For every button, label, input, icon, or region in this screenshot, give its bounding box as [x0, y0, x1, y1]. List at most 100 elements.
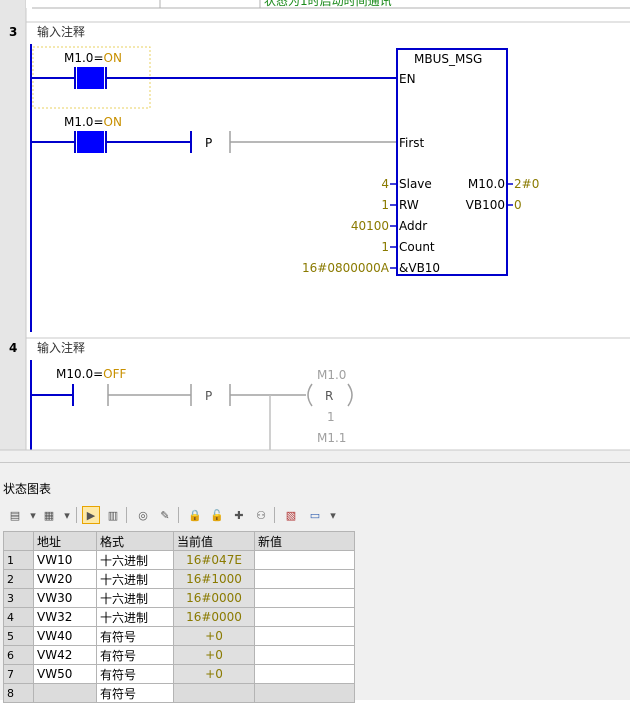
p-edge-contact-2[interactable]: P	[205, 389, 212, 403]
pin-rw: RW	[399, 198, 419, 212]
format-cell[interactable]: 十六进制	[96, 588, 174, 608]
p-edge-contact-1[interactable]: P	[205, 136, 212, 150]
count-value[interactable]: 1	[381, 240, 389, 254]
ladder-scrollbar[interactable]	[0, 450, 630, 462]
table-row[interactable]: 3 VW30 十六进制 16#0000	[3, 588, 355, 608]
column-header-format: 格式	[96, 531, 174, 551]
new-value-cell[interactable]	[254, 588, 355, 608]
pencil-icon[interactable]: ✎	[156, 506, 174, 524]
table-row[interactable]: 8 有符号	[3, 683, 355, 703]
coil-next-operand: M1.1	[317, 431, 346, 445]
contact-m1-0-on-1[interactable]	[77, 67, 104, 89]
coil-operand[interactable]: M1.0	[317, 368, 346, 382]
row-number: 5	[3, 626, 34, 646]
current-value-cell: +0	[173, 626, 255, 646]
pin-en: EN	[399, 72, 416, 86]
network-4-comment[interactable]: 输入注释	[37, 340, 85, 355]
reset-coil[interactable]	[307, 383, 313, 407]
network-gutter	[0, 0, 26, 462]
row-number: 1	[3, 550, 34, 570]
coil-type: R	[325, 389, 333, 403]
read-all-icon[interactable]: ⚇	[252, 506, 270, 524]
contact2-label: M1.0=ON	[64, 115, 122, 129]
glasses-icon[interactable]: ◎	[134, 506, 152, 524]
current-value-cell: +0	[173, 645, 255, 665]
new-value-cell[interactable]	[254, 607, 355, 627]
block-title: MBUS_MSG	[414, 52, 482, 66]
pause-icon[interactable]: ▥	[104, 506, 122, 524]
address-cell[interactable]: VW32	[33, 607, 97, 627]
address-cell[interactable]: VW50	[33, 664, 97, 684]
row-number: 3	[3, 588, 34, 608]
address-cell[interactable]: VW10	[33, 550, 97, 570]
address-cell[interactable]: VW40	[33, 626, 97, 646]
format-cell[interactable]: 十六进制	[96, 607, 174, 627]
row-number: 4	[3, 607, 34, 627]
ladder-editor[interactable]: 状态为1时启动时间通讯 3 输入注释 M1.0=ON M1.0=ON P MBU…	[0, 0, 630, 462]
address-cell[interactable]	[33, 683, 97, 703]
error-operand[interactable]: VB100	[466, 198, 505, 212]
network-4-number: 4	[9, 341, 17, 355]
network-3-comment[interactable]: 输入注释	[37, 24, 85, 39]
top-row-comment: 状态为1时启动时间通讯	[264, 0, 392, 8]
table-row[interactable]: 2 VW20 十六进制 16#1000	[3, 569, 355, 589]
row-number: 8	[3, 683, 34, 703]
address-cell[interactable]: VW42	[33, 645, 97, 665]
new-value-cell[interactable]	[254, 664, 355, 684]
current-value-cell: 16#0000	[173, 588, 255, 608]
status-chart-toolbar: ▤ ▾ ▦ ▾ ▶ ▥ ◎ ✎ 🔒 🔓 ✚ ⚇ ▧ ▭ ▾	[0, 503, 630, 527]
status-chart-title: 状态图表	[3, 482, 52, 496]
column-header-new: 新值	[254, 531, 355, 551]
slave-value[interactable]: 4	[381, 177, 389, 191]
insert-row-icon[interactable]: ▤	[6, 506, 24, 524]
current-value-cell: 16#1000	[173, 569, 255, 589]
new-value-cell[interactable]	[254, 683, 355, 703]
status-chart-table: 地址 格式 当前值 新值 1 VW10 十六进制 16#047E 2 VW20 …	[3, 531, 355, 703]
done-value: 2#0	[514, 177, 539, 191]
new-value-cell[interactable]	[254, 550, 355, 570]
current-value-cell: +0	[173, 664, 255, 684]
table-row[interactable]: 5 VW40 有符号 +0	[3, 626, 355, 646]
rw-value[interactable]: 1	[381, 198, 389, 212]
contact-net4-label: M10.0=OFF	[56, 367, 126, 381]
pin-first: First	[399, 136, 425, 150]
contact-m1-0-on-2[interactable]	[77, 131, 104, 153]
dropdown-arrow-icon[interactable]: ▾	[58, 506, 76, 524]
pin-slave: Slave	[399, 177, 432, 191]
table-row[interactable]: 1 VW10 十六进制 16#047E	[3, 550, 355, 570]
format-cell[interactable]: 十六进制	[96, 569, 174, 589]
status-chart-panel: 状态图表 ▤ ▾ ▦ ▾ ▶ ▥ ◎ ✎ 🔒 🔓 ✚ ⚇ ▧ ▭ ▾ 地址 格式…	[0, 462, 630, 703]
trend-view-icon[interactable]: ▧	[282, 506, 300, 524]
address-cell[interactable]: VW20	[33, 569, 97, 589]
addr-value[interactable]: 40100	[351, 219, 389, 233]
chart-status-icon[interactable]: ▶	[82, 506, 100, 524]
format-cell[interactable]: 十六进制	[96, 550, 174, 570]
current-value-cell	[173, 683, 255, 703]
dropdown-arrow-icon[interactable]: ▾	[324, 506, 342, 524]
new-value-cell[interactable]	[254, 569, 355, 589]
row-header-corner	[3, 531, 34, 551]
new-value-cell[interactable]	[254, 626, 355, 646]
coil-count[interactable]: 1	[327, 410, 335, 424]
address-cell[interactable]: VW30	[33, 588, 97, 608]
pin-vb10: &VB10	[399, 261, 440, 275]
vb10-value[interactable]: 16#0800000A	[302, 261, 390, 275]
delete-row-icon[interactable]: ▦	[40, 506, 58, 524]
lock-icon[interactable]: 🔒	[186, 506, 204, 524]
unlock-icon[interactable]: 🔓	[208, 506, 226, 524]
view-options-icon[interactable]: ▭	[306, 506, 324, 524]
format-cell[interactable]: 有符号	[96, 683, 174, 703]
row-number: 2	[3, 569, 34, 589]
table-row[interactable]: 7 VW50 有符号 +0	[3, 664, 355, 684]
new-value-cell[interactable]	[254, 645, 355, 665]
format-cell[interactable]: 有符号	[96, 645, 174, 665]
force-icon[interactable]: ✚	[230, 506, 248, 524]
network-3-number: 3	[9, 25, 17, 39]
table-row[interactable]: 4 VW32 十六进制 16#0000	[3, 607, 355, 627]
error-value: 0	[514, 198, 522, 212]
row-number: 6	[3, 645, 34, 665]
format-cell[interactable]: 有符号	[96, 664, 174, 684]
format-cell[interactable]: 有符号	[96, 626, 174, 646]
table-row[interactable]: 6 VW42 有符号 +0	[3, 645, 355, 665]
done-operand[interactable]: M10.0	[468, 177, 505, 191]
